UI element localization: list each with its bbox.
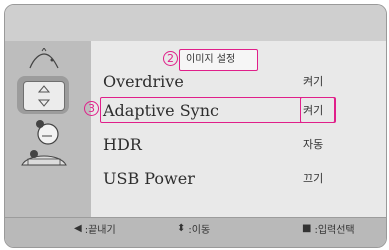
menu-item-value: 끄기 bbox=[303, 172, 324, 185]
footer-enter: ■ :입력선택 bbox=[302, 221, 355, 236]
callout-3-badge: 3 bbox=[84, 101, 99, 116]
menu-item-value: 켜기 bbox=[303, 104, 324, 117]
menu-item-label: HDR bbox=[103, 134, 142, 154]
footer-exit: ◀ :끝내기 bbox=[74, 221, 116, 236]
up-down-icon: ⬍ bbox=[177, 223, 186, 234]
menu-item-value: 자동 bbox=[303, 138, 324, 151]
up-down-arrows-icon bbox=[37, 85, 51, 107]
callout-2-badge: 2 bbox=[163, 51, 178, 66]
menu-item-overdrive[interactable]: Overdrive 켜기 bbox=[103, 69, 343, 93]
menu-item-label: Adaptive Sync bbox=[103, 100, 219, 120]
menu-item-usb-power[interactable]: USB Power 끄기 bbox=[103, 166, 343, 190]
menu-item-hdr[interactable]: HDR 자동 bbox=[103, 132, 343, 156]
menu-item-adaptive-sync[interactable]: Adaptive Sync 켜기 bbox=[103, 98, 343, 122]
left-arrow-icon: ◀ bbox=[74, 223, 82, 234]
menu-item-label: Overdrive bbox=[103, 71, 184, 91]
picture-icon[interactable] bbox=[26, 48, 62, 72]
top-band bbox=[5, 5, 386, 41]
menu-item-label: USB Power bbox=[103, 168, 195, 188]
keyboard-icon[interactable] bbox=[18, 145, 70, 173]
footer-exit-label: :끝내기 bbox=[84, 225, 116, 236]
menu-title: 이미지 설정 bbox=[186, 54, 236, 65]
footer-move-label: :이동 bbox=[188, 225, 211, 236]
footer-move: ⬍ :이동 bbox=[177, 221, 210, 236]
footer-enter-label: :입력선택 bbox=[314, 225, 355, 236]
square-icon: ■ bbox=[302, 223, 312, 234]
menu-item-value: 켜기 bbox=[303, 75, 324, 88]
